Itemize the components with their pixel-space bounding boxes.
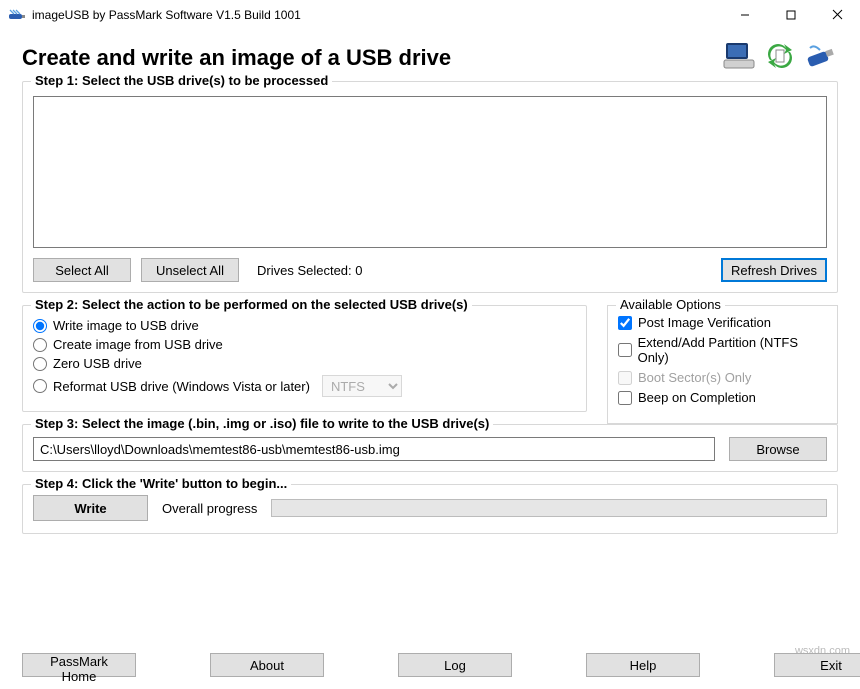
chk-beep-input[interactable]	[618, 391, 632, 405]
unselect-all-button[interactable]: Unselect All	[141, 258, 239, 282]
refresh-drives-button[interactable]: Refresh Drives	[721, 258, 827, 282]
window-controls	[722, 0, 860, 30]
drives-selected-label: Drives Selected: 0	[257, 263, 363, 278]
chk-extend-partition-label: Extend/Add Partition (NTFS Only)	[638, 335, 827, 365]
overall-progress-bar	[271, 499, 827, 517]
chk-post-verify-input[interactable]	[618, 316, 632, 330]
available-options-legend: Available Options	[616, 297, 725, 312]
radio-write-image-input[interactable]	[33, 319, 47, 333]
computer-icon	[722, 40, 758, 75]
step3-group: Step 3: Select the image (.bin, .img or …	[22, 424, 838, 472]
titlebar: imageUSB by PassMark Software V1.5 Build…	[0, 0, 860, 30]
app-icon	[8, 6, 26, 24]
step2-group: Step 2: Select the action to be performe…	[22, 305, 587, 412]
filesystem-select: NTFS	[322, 375, 402, 397]
radio-reformat-label: Reformat USB drive (Windows Vista or lat…	[53, 379, 310, 394]
radio-zero-drive-input[interactable]	[33, 357, 47, 371]
step2-legend: Step 2: Select the action to be performe…	[31, 297, 472, 312]
radio-create-image-label: Create image from USB drive	[53, 337, 223, 352]
about-button[interactable]: About	[210, 653, 324, 677]
step1-legend: Step 1: Select the USB drive(s) to be pr…	[31, 73, 332, 88]
page-title: Create and write an image of a USB drive	[22, 45, 451, 71]
window-title: imageUSB by PassMark Software V1.5 Build…	[32, 8, 301, 22]
radio-write-image-label: Write image to USB drive	[53, 318, 199, 333]
chk-post-verify-label: Post Image Verification	[638, 315, 771, 330]
radio-write-image[interactable]: Write image to USB drive	[33, 318, 576, 333]
drive-listbox[interactable]	[33, 96, 827, 248]
bottom-bar: PassMark Home About Log Help Exit	[22, 653, 838, 677]
maximize-button[interactable]	[768, 0, 814, 30]
chk-boot-sector-input	[618, 371, 632, 385]
radio-zero-drive-label: Zero USB drive	[53, 356, 142, 371]
step4-legend: Step 4: Click the 'Write' button to begi…	[31, 476, 291, 491]
write-button[interactable]: Write	[33, 495, 148, 521]
select-all-button[interactable]: Select All	[33, 258, 131, 282]
exit-button[interactable]: Exit	[774, 653, 860, 677]
step3-legend: Step 3: Select the image (.bin, .img or …	[31, 416, 493, 431]
chk-boot-sector-label: Boot Sector(s) Only	[638, 370, 751, 385]
chk-boot-sector: Boot Sector(s) Only	[618, 370, 827, 385]
help-button[interactable]: Help	[586, 653, 700, 677]
available-options-group: Available Options Post Image Verificatio…	[607, 305, 838, 424]
header-icons	[722, 40, 838, 75]
chk-extend-partition-input[interactable]	[618, 343, 632, 357]
radio-zero-drive[interactable]: Zero USB drive	[33, 356, 576, 371]
radio-reformat-input[interactable]	[33, 379, 47, 393]
step1-group: Step 1: Select the USB drive(s) to be pr…	[22, 81, 838, 293]
radio-create-image-input[interactable]	[33, 338, 47, 352]
minimize-button[interactable]	[722, 0, 768, 30]
radio-create-image[interactable]: Create image from USB drive	[33, 337, 576, 352]
refresh-arrows-icon	[762, 40, 798, 75]
chk-extend-partition[interactable]: Extend/Add Partition (NTFS Only)	[618, 335, 827, 365]
log-button[interactable]: Log	[398, 653, 512, 677]
overall-progress-label: Overall progress	[162, 501, 257, 516]
image-path-input[interactable]	[33, 437, 715, 461]
usb-drive-icon	[802, 40, 838, 75]
header-row: Create and write an image of a USB drive	[22, 40, 838, 75]
step4-group: Step 4: Click the 'Write' button to begi…	[22, 484, 838, 534]
passmark-home-button[interactable]: PassMark Home	[22, 653, 136, 677]
chk-post-verify[interactable]: Post Image Verification	[618, 315, 827, 330]
radio-reformat[interactable]: Reformat USB drive (Windows Vista or lat…	[33, 375, 576, 397]
chk-beep[interactable]: Beep on Completion	[618, 390, 827, 405]
close-button[interactable]	[814, 0, 860, 30]
browse-button[interactable]: Browse	[729, 437, 827, 461]
chk-beep-label: Beep on Completion	[638, 390, 756, 405]
